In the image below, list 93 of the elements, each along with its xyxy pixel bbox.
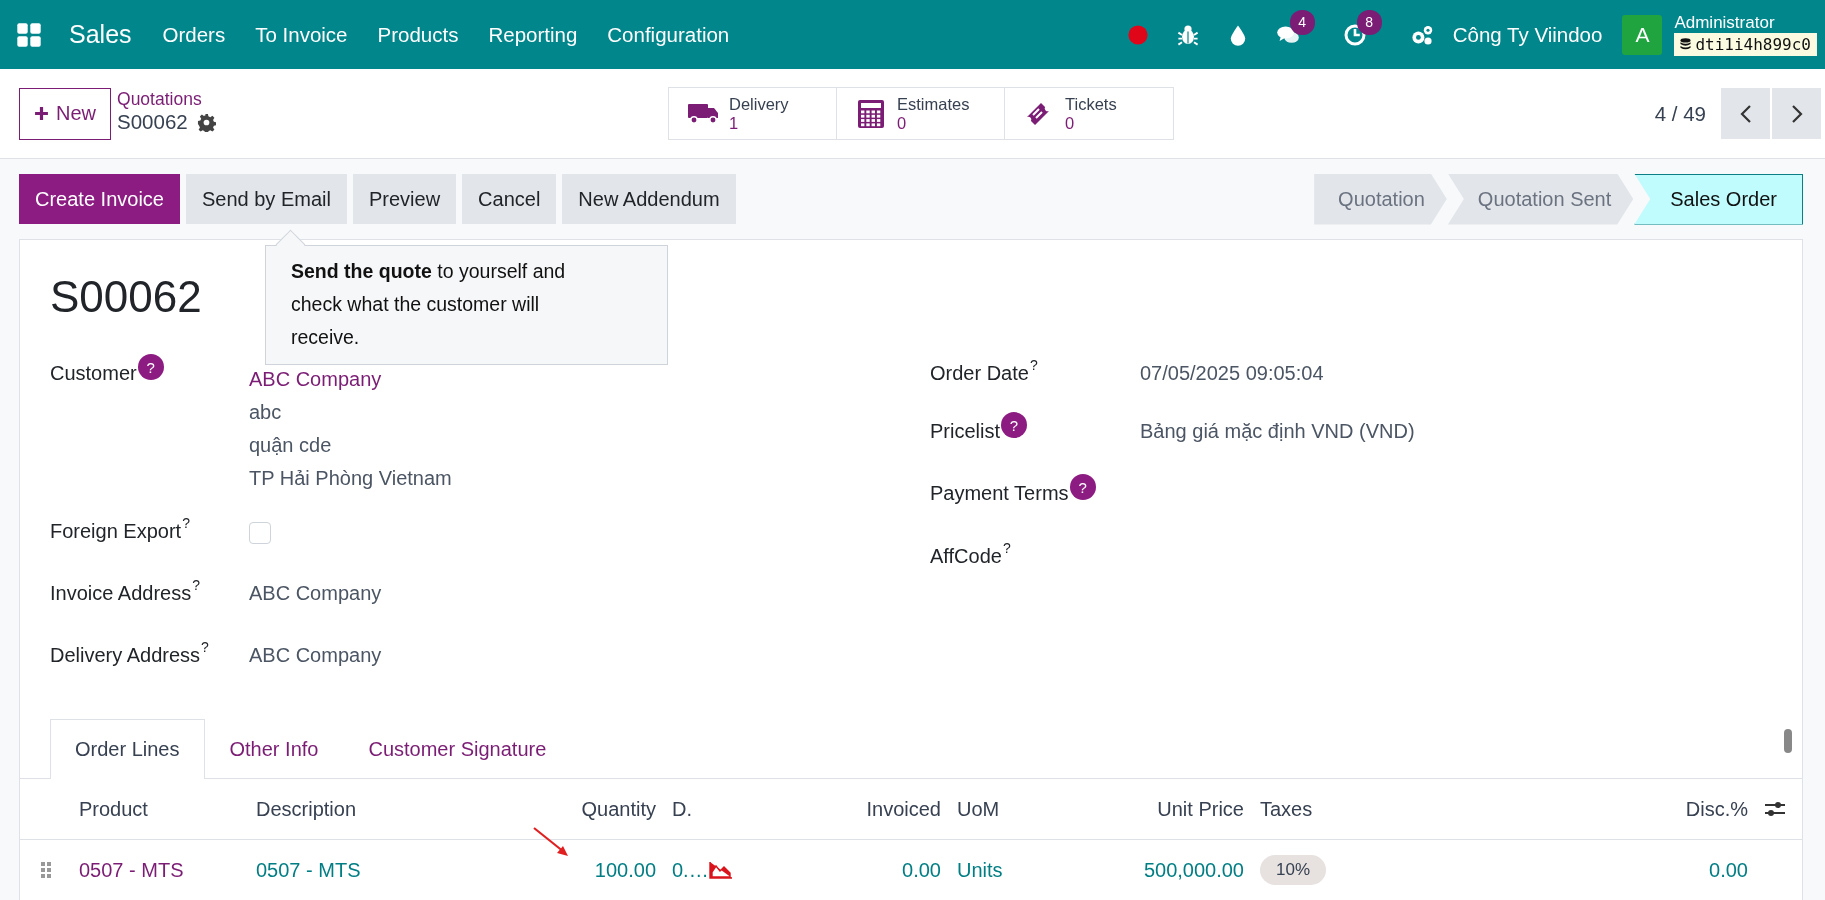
action-button[interactable]: Send by Email bbox=[185, 174, 347, 224]
field-label: Pricelist bbox=[930, 420, 1000, 443]
clock-icon[interactable] bbox=[1342, 22, 1367, 47]
help-mark[interactable]: ? bbox=[1002, 541, 1011, 555]
table-cell: Units bbox=[957, 858, 1003, 882]
menu-item[interactable]: Reporting bbox=[488, 22, 578, 47]
column-header[interactable]: Quantity bbox=[581, 797, 656, 821]
company-switcher[interactable]: Công Ty Viindoo bbox=[1452, 22, 1603, 47]
table-cell: 0.… bbox=[672, 858, 709, 882]
smart-button[interactable]: Estimates 0 bbox=[837, 88, 1005, 139]
checkbox[interactable] bbox=[249, 522, 271, 544]
field-label: Payment Terms bbox=[930, 482, 1069, 505]
field-label: Invoice Address bbox=[50, 582, 192, 605]
smart-button-count: 0 bbox=[897, 113, 908, 133]
record-title: S00062 bbox=[50, 272, 202, 321]
table-cell: 100.00 bbox=[594, 858, 656, 882]
smart-button[interactable]: Delivery 1 bbox=[669, 88, 837, 139]
column-header[interactable]: Taxes bbox=[1260, 797, 1313, 821]
breadcrumb-link[interactable]: Quotations bbox=[117, 89, 216, 110]
menu-item[interactable]: To Invoice bbox=[255, 22, 348, 47]
tab[interactable]: Other Info bbox=[204, 719, 344, 779]
column-header[interactable]: Unit Price bbox=[1157, 797, 1244, 821]
annotation-arrow bbox=[531, 825, 571, 859]
table-cell: 0.00 bbox=[902, 858, 941, 882]
smart-button-count: 0 bbox=[1065, 113, 1076, 133]
help-mark[interactable]: ? bbox=[182, 516, 190, 530]
product-link[interactable]: 0507 - MTS bbox=[79, 858, 184, 882]
menu-item[interactable]: Orders bbox=[162, 22, 226, 47]
customer-link[interactable]: ABC Company bbox=[249, 364, 452, 394]
bug-icon[interactable] bbox=[1175, 22, 1200, 47]
menu-item[interactable]: Products bbox=[377, 22, 459, 47]
column-header[interactable]: UoM bbox=[957, 797, 1000, 821]
address-line: TP Hải Phòng Vietnam bbox=[249, 466, 452, 491]
help-badge[interactable]: ? bbox=[1001, 412, 1027, 438]
field-value: Bảng giá mặc định VND (VND) bbox=[1140, 420, 1415, 443]
help-mark[interactable]: ? bbox=[192, 578, 200, 592]
column-header[interactable]: Invoiced bbox=[866, 797, 941, 821]
menu-item[interactable]: Configuration bbox=[607, 22, 730, 47]
chevron-right-icon bbox=[1790, 103, 1803, 124]
apps-menu-icon[interactable] bbox=[16, 21, 42, 48]
field-label: Foreign Export bbox=[50, 520, 182, 543]
drag-handle-icon bbox=[39, 861, 52, 879]
field-label: Delivery Address bbox=[50, 644, 201, 667]
smart-button[interactable]: Tickets 0 bbox=[1005, 88, 1173, 139]
table-cell: 0.00 bbox=[1709, 858, 1748, 882]
user-name[interactable]: Administrator bbox=[1674, 13, 1817, 32]
column-settings-icon[interactable] bbox=[1764, 799, 1786, 819]
gear-icon[interactable] bbox=[196, 112, 216, 132]
database-icon bbox=[1680, 37, 1692, 51]
help-badge[interactable]: ? bbox=[1069, 474, 1096, 500]
help-mark[interactable]: ? bbox=[1029, 358, 1038, 372]
app-name[interactable]: Sales bbox=[69, 20, 132, 49]
column-header[interactable]: Description bbox=[256, 797, 357, 821]
column-header[interactable]: Disc.% bbox=[1685, 797, 1748, 821]
tab[interactable]: Customer Signature bbox=[343, 719, 572, 779]
field-value: ABC Company bbox=[249, 582, 382, 605]
tax-tag: 10% bbox=[1260, 855, 1327, 885]
status-stage[interactable]: Quotation bbox=[1314, 173, 1447, 225]
new-button[interactable]: New bbox=[19, 87, 111, 140]
plus-icon bbox=[34, 106, 49, 121]
database-name: dti1i4h899c0 bbox=[1695, 34, 1811, 54]
action-button[interactable]: Create Invoice bbox=[19, 174, 180, 224]
smart-button-label: Tickets bbox=[1065, 94, 1117, 114]
count-badge: 4 bbox=[1289, 9, 1315, 35]
table-cell: 0507 - MTS bbox=[256, 858, 361, 882]
field-label: AffCode bbox=[930, 545, 1002, 568]
status-stage[interactable]: Sales Order bbox=[1634, 173, 1803, 225]
field-label: Customer bbox=[50, 362, 137, 385]
smart-button-label: Estimates bbox=[897, 94, 970, 114]
area-chart-icon[interactable] bbox=[709, 861, 733, 879]
smart-button-count: 1 bbox=[729, 113, 740, 133]
help-mark[interactable]: ? bbox=[201, 640, 209, 654]
action-button[interactable]: Cancel bbox=[462, 174, 557, 224]
address-line: abc bbox=[249, 400, 283, 425]
tab[interactable]: Order Lines bbox=[50, 719, 205, 779]
status-stage[interactable]: Quotation Sent bbox=[1447, 173, 1634, 225]
chevron-left-icon bbox=[1739, 103, 1752, 124]
column-header[interactable]: Product bbox=[79, 797, 148, 821]
action-button[interactable]: New Addendum bbox=[562, 174, 736, 224]
field-label: Order Date bbox=[930, 362, 1029, 385]
tooltip-text: Send the quote to yourself and check what the customer will receive. bbox=[291, 259, 567, 350]
field-value: ABC Company bbox=[249, 644, 382, 667]
table-cell: 500,000.00 bbox=[1143, 858, 1244, 882]
pager-value[interactable]: 4 / 49 bbox=[1654, 101, 1706, 126]
action-button[interactable]: Preview bbox=[352, 174, 457, 224]
field-value: 07/05/2025 09:05:04 bbox=[1140, 362, 1324, 385]
count-badge: 8 bbox=[1356, 9, 1382, 35]
calculator-icon bbox=[855, 98, 887, 129]
smart-button-label: Delivery bbox=[729, 94, 789, 114]
address-line: quận cde bbox=[249, 433, 333, 458]
column-header[interactable]: D. bbox=[672, 797, 692, 821]
record-name: S00062 bbox=[117, 110, 188, 134]
help-badge[interactable]: ? bbox=[137, 354, 164, 380]
